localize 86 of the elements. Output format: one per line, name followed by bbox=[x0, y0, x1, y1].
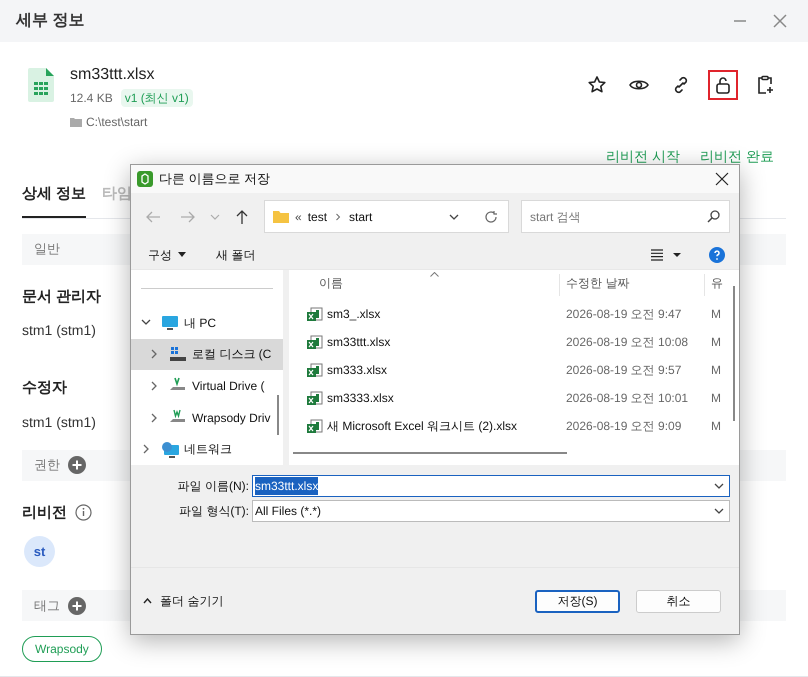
chevron-right-icon[interactable] bbox=[149, 349, 159, 360]
add-icon[interactable] bbox=[68, 456, 86, 474]
excel-file-icon bbox=[307, 418, 323, 434]
revision-link[interactable]: 리비전 완료 bbox=[700, 146, 774, 168]
drive-icon bbox=[169, 346, 187, 363]
file-size: 12.4 KB bbox=[70, 90, 113, 107]
chevron-down-icon bbox=[714, 482, 724, 490]
file-name-cell[interactable]: sm3333.xlsx bbox=[327, 389, 394, 407]
column-header[interactable]: 수정한 날짜 bbox=[560, 274, 705, 296]
field-label: 파일 이름(N): bbox=[176, 478, 250, 495]
folder-icon bbox=[273, 210, 289, 223]
user-avatar: st bbox=[24, 536, 55, 567]
view-menu-icon[interactable] bbox=[651, 248, 681, 260]
sort-ascending-icon bbox=[430, 272, 439, 277]
caret-icon bbox=[178, 252, 186, 257]
close-icon[interactable] bbox=[715, 172, 729, 186]
breadcrumb[interactable]: start bbox=[349, 208, 372, 226]
unlock-icon bbox=[713, 75, 733, 95]
section-heading: 리비전 bbox=[22, 502, 67, 522]
up-icon[interactable] bbox=[235, 208, 249, 224]
refresh-icon[interactable] bbox=[484, 210, 498, 224]
chevron-right-icon bbox=[335, 212, 342, 222]
excel-file-icon bbox=[307, 306, 323, 322]
unlock-button[interactable] bbox=[708, 70, 738, 100]
table-cell-text: M bbox=[710, 362, 721, 379]
file-name-cell[interactable]: sm3_.xlsx bbox=[327, 305, 380, 323]
date-cell-text: 2026-08-19 오전 10:08 bbox=[565, 334, 690, 351]
table-cell-text: M bbox=[710, 306, 721, 323]
help-icon[interactable] bbox=[709, 246, 725, 262]
section-heading: 수정자 bbox=[22, 378, 67, 398]
spreadsheet-file-icon bbox=[28, 68, 54, 102]
folder-icon bbox=[70, 117, 82, 127]
user-name: stm1 (stm1) bbox=[22, 412, 96, 432]
excel-file-icon bbox=[307, 362, 323, 378]
app-icon bbox=[137, 171, 153, 187]
date-cell-text: 2026-08-19 오전 9:09 bbox=[565, 418, 682, 435]
chevron-down-icon bbox=[714, 507, 724, 515]
breadcrumb[interactable]: test bbox=[308, 208, 328, 226]
file-name-cell[interactable]: 새 Microsoft Excel 워크시트 (2).xlsx bbox=[327, 417, 518, 435]
excel-file-icon bbox=[307, 390, 323, 406]
breadcrumb-overflow[interactable]: « bbox=[295, 208, 302, 226]
file-path: C:\test\start bbox=[86, 114, 148, 131]
chevron-right-icon[interactable] bbox=[149, 380, 159, 391]
section-label: 일반 bbox=[34, 240, 60, 258]
dialog-title: 다른 이름으로 저장 bbox=[159, 170, 270, 188]
star-icon bbox=[587, 75, 607, 95]
dropdown-icon[interactable] bbox=[449, 212, 459, 220]
search-icon[interactable] bbox=[707, 210, 720, 223]
user-name: stm1 (stm1) bbox=[22, 321, 96, 340]
section-heading: 문서 관리자 bbox=[22, 286, 102, 306]
clipboard-plus-icon bbox=[755, 75, 775, 95]
address-bar[interactable]: « test start bbox=[264, 200, 509, 233]
date-cell-text: 2026-08-19 오전 9:57 bbox=[565, 362, 682, 379]
version-badge: v1 (최신 v1) bbox=[120, 89, 193, 107]
table-cell-text: M bbox=[710, 418, 721, 435]
section-label: 태그 bbox=[34, 596, 60, 615]
tab[interactable]: 상세 정보 bbox=[22, 183, 86, 218]
computer-icon bbox=[161, 314, 179, 332]
chevron-right-icon[interactable] bbox=[141, 444, 151, 454]
dialog-button[interactable]: 취소 bbox=[636, 590, 721, 612]
column-header[interactable]: 이름 bbox=[289, 274, 560, 296]
table-cell-text: M bbox=[710, 334, 721, 351]
date-cell-text: 2026-08-19 오전 10:01 bbox=[565, 390, 690, 407]
info-icon[interactable] bbox=[75, 504, 92, 522]
toolbar-button[interactable]: 새 폴더 bbox=[216, 246, 256, 264]
add-icon[interactable] bbox=[68, 596, 86, 614]
section-label: 권한 bbox=[34, 456, 60, 474]
column-header[interactable]: 유 bbox=[705, 274, 723, 296]
search-field[interactable]: start 검색 bbox=[521, 200, 730, 233]
hide-folders-button[interactable]: 폴더 숨기기 bbox=[143, 592, 224, 610]
chevron-up-icon bbox=[143, 598, 152, 604]
excel-file-icon bbox=[307, 334, 323, 350]
toolbar-button[interactable]: 구성 bbox=[148, 246, 186, 264]
network-icon bbox=[161, 440, 179, 458]
field-label: 파일 형식(T): bbox=[178, 503, 250, 520]
file-name-field[interactable]: sm33ttt.xlsx bbox=[252, 475, 730, 497]
panel-title: 세부 정보 bbox=[16, 11, 84, 31]
table-cell-text: M bbox=[710, 390, 721, 407]
chevron-right-icon[interactable] bbox=[149, 412, 159, 423]
dialog-button[interactable]: 저장(S) bbox=[535, 590, 620, 612]
file-name-cell[interactable]: sm33ttt.xlsx bbox=[327, 333, 390, 351]
file-name: sm33ttt.xlsx bbox=[70, 65, 156, 85]
date-cell-text: 2026-08-19 오전 9:47 bbox=[565, 306, 682, 323]
file-name-cell[interactable]: sm333.xlsx bbox=[327, 361, 388, 379]
file-type-dropdown[interactable]: All Files (*.*) bbox=[252, 500, 730, 522]
tree-item[interactable]: 로컬 디스크 (C bbox=[131, 338, 283, 370]
